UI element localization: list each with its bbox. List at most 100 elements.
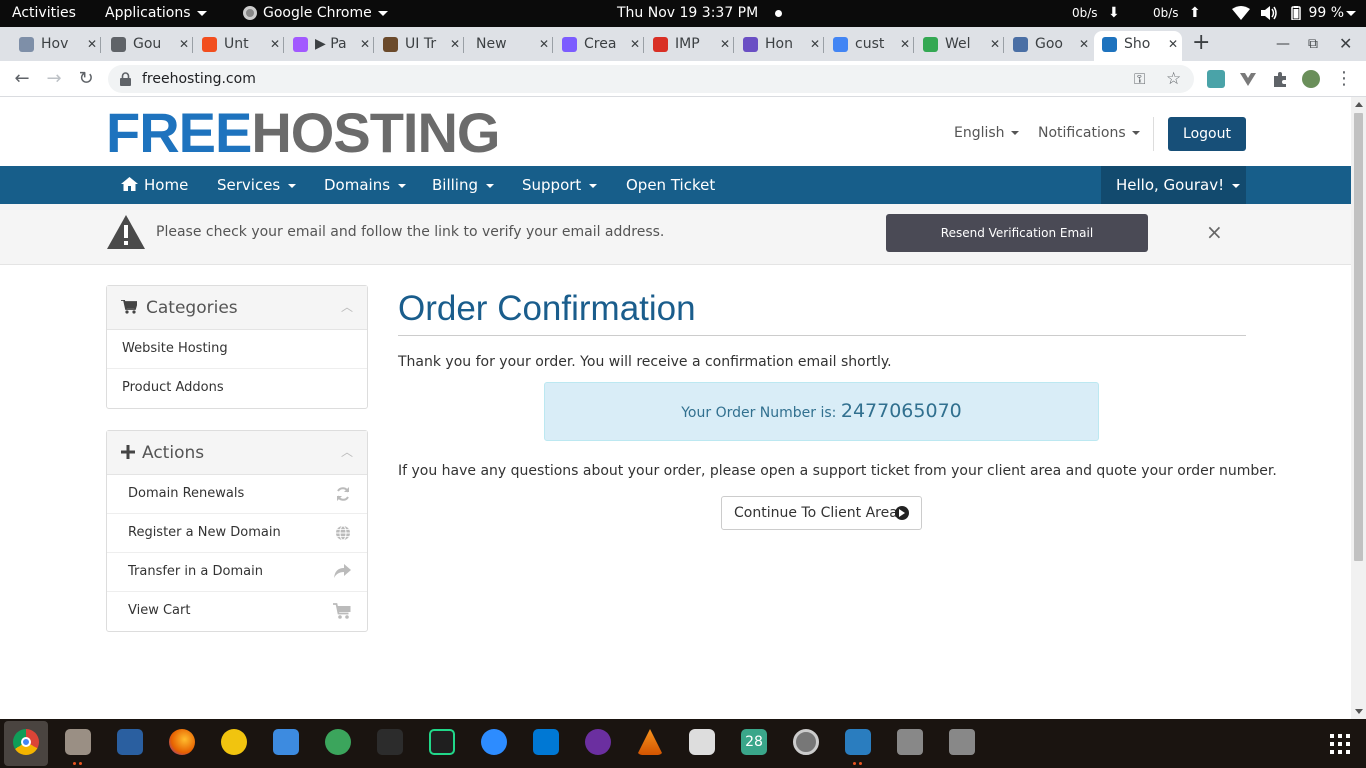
browser-menu-icon[interactable]: ⋮ [1332,67,1356,91]
vlc-icon[interactable] [637,729,663,755]
browser-tab[interactable]: New Ta ✕ [464,31,553,61]
nav-domains[interactable]: Domains [324,166,407,204]
star-icon[interactable]: ☆ [1166,65,1181,93]
nav-open-ticket[interactable]: Open Ticket [626,166,715,204]
screen-recorder-icon[interactable] [689,729,715,755]
pycharm-icon[interactable] [429,729,455,755]
tab-close-icon[interactable]: ✕ [990,31,1000,57]
zoom-icon[interactable] [481,729,507,755]
tab-close-icon[interactable]: ✕ [810,31,820,57]
tor-browser-icon[interactable] [585,729,611,755]
tab-close-icon[interactable]: ✕ [720,31,730,57]
tab-close-icon[interactable]: ✕ [900,31,910,57]
notifications-dropdown[interactable]: Notifications [1038,121,1140,145]
chrome-icon[interactable] [13,729,39,755]
browser-tab[interactable]: Crea ✕ [554,31,644,61]
key-icon[interactable]: ⚿ [1134,65,1145,93]
browser-tab[interactable]: Hon ✕ [735,31,824,61]
lock-icon[interactable] [120,72,131,86]
tab-close-icon[interactable]: ✕ [270,31,280,57]
scroll-up-icon[interactable] [1355,102,1363,107]
drive-icon[interactable] [897,729,923,755]
nav-home[interactable]: Home [121,166,188,204]
tab-close-icon[interactable]: ✕ [630,31,640,57]
minimize-button[interactable]: — [1276,27,1290,61]
calendar-icon[interactable]: 28 [741,729,767,755]
page-scrollbar[interactable] [1351,97,1366,719]
software-center-icon[interactable] [273,729,299,755]
system-menu-caret[interactable] [1346,0,1356,27]
profile-avatar[interactable] [1302,70,1320,88]
site-logo[interactable]: FREEHOSTING [106,105,500,161]
close-window-button[interactable]: ✕ [1339,27,1352,61]
back-button[interactable]: ← [10,67,34,91]
nav-user-menu[interactable]: Hello, Gourav! [1116,166,1241,204]
action-domain-renewals[interactable]: Domain Renewals [107,475,367,514]
atom-icon[interactable] [325,729,351,755]
action-transfer-domain[interactable]: Transfer in a Domain [107,553,367,592]
nav-services[interactable]: Services [217,166,297,204]
image-viewer-icon[interactable] [845,729,871,755]
browser-tab[interactable]: Unt ✕ [194,31,284,61]
tab-close-icon[interactable]: ✕ [360,31,370,57]
clock[interactable]: Thu Nov 19 3:37 PM [617,0,782,27]
browser-tab[interactable]: Hov ✕ [11,31,101,61]
forward-button[interactable]: → [42,67,66,91]
list-item[interactable]: Product Addons [107,369,367,408]
tab-close-icon[interactable]: ✕ [1168,31,1178,57]
url-text[interactable]: freehosting.com [142,65,256,93]
battery-indicator[interactable]: 99 % [1288,0,1344,27]
browser-tab[interactable]: cust ✕ [825,31,914,61]
tab-close-icon[interactable]: ✕ [539,31,549,57]
close-icon[interactable]: × [1206,222,1223,242]
browser-tab[interactable]: Goo ✕ [1005,31,1093,61]
wifi-icon[interactable] [1232,0,1250,27]
settings-gear-icon[interactable] [793,729,819,755]
show-applications-icon[interactable] [1330,734,1350,754]
tab-close-icon[interactable]: ✕ [179,31,189,57]
drive-icon[interactable] [949,729,975,755]
continue-to-client-area-button[interactable]: Continue To Client Area [721,496,922,530]
extension-scribe-icon[interactable] [1207,70,1225,88]
firefox-icon[interactable] [169,729,195,755]
volume-icon[interactable] [1261,0,1279,27]
language-dropdown[interactable]: English [954,121,1019,145]
files-icon[interactable] [65,729,91,755]
tab-close-icon[interactable]: ✕ [1079,31,1089,57]
categories-panel-header[interactable]: Categories ︿ [107,286,367,330]
browser-tab[interactable]: Gou ✕ [103,31,193,61]
vscode-icon[interactable] [533,729,559,755]
text-editor-icon[interactable] [117,729,143,755]
logout-button[interactable]: Logout [1168,117,1246,151]
activities-button[interactable]: Activities [12,0,76,27]
action-view-cart[interactable]: View Cart [107,592,367,631]
rhythmbox-icon[interactable] [221,729,247,755]
nav-billing[interactable]: Billing [432,166,494,204]
scroll-down-icon[interactable] [1355,709,1363,714]
browser-tab[interactable]: Wel ✕ [915,31,1004,61]
app-menu-chrome[interactable]: Google Chrome [243,0,388,27]
chevron-up-icon[interactable]: ︿ [341,298,353,315]
omnibox[interactable]: freehosting.com ⚿ ☆ [108,65,1194,93]
action-label: Domain Renewals [128,486,245,501]
browser-tab[interactable]: ▶ Pa ✕ [285,31,374,61]
list-item[interactable]: Website Hosting [107,330,367,369]
nav-support[interactable]: Support [522,166,598,204]
resend-verification-button[interactable]: Resend Verification Email [886,214,1148,252]
scrollbar-thumb[interactable] [1354,113,1363,561]
browser-tab[interactable]: UI Tr ✕ [375,31,464,61]
restore-button[interactable]: ⧉ [1308,27,1318,61]
actions-panel-header[interactable]: Actions ︿ [107,431,367,475]
reload-button[interactable]: ↻ [74,67,98,91]
tab-active[interactable]: Sho ✕ [1094,31,1182,61]
action-register-domain[interactable]: Register a New Domain [107,514,367,553]
new-tab-button[interactable]: + [1192,29,1210,57]
tab-close-icon[interactable]: ✕ [450,31,460,57]
terminal-icon[interactable] [377,729,403,755]
applications-menu[interactable]: Applications [105,0,207,27]
extensions-puzzle-icon[interactable] [1271,70,1289,88]
extension-vue-icon[interactable] [1239,70,1257,88]
browser-tab[interactable]: IMP ✕ [645,31,734,61]
tab-close-icon[interactable]: ✕ [87,31,97,57]
chevron-up-icon[interactable]: ︿ [341,443,353,460]
